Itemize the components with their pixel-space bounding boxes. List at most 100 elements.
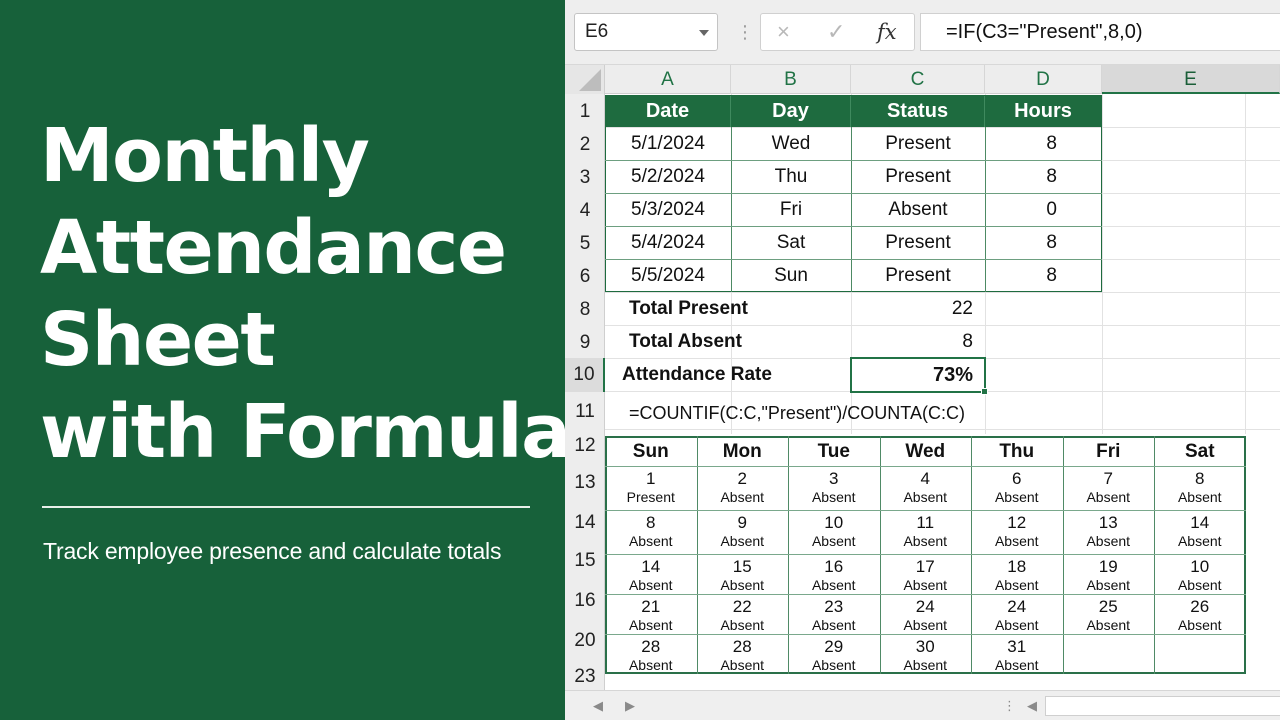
calendar-status[interactable]: Absent: [1154, 617, 1246, 633]
calendar-date[interactable]: 17: [880, 558, 972, 576]
calendar-status[interactable]: Absent: [1154, 577, 1246, 593]
column-header-d[interactable]: D: [985, 65, 1102, 94]
calendar-date[interactable]: 10: [788, 514, 880, 532]
column-header-e[interactable]: E: [1102, 65, 1280, 94]
calendar-date[interactable]: 9: [697, 514, 789, 532]
calendar-status[interactable]: Absent: [1154, 489, 1246, 505]
calendar-date[interactable]: 16: [788, 558, 880, 576]
calendar-date[interactable]: 24: [880, 598, 972, 616]
calendar-date[interactable]: 14: [1154, 514, 1246, 532]
date-cell[interactable]: 5/4/2024: [605, 227, 731, 259]
column-header-a[interactable]: A: [605, 65, 731, 94]
cancel-icon[interactable]: ×: [777, 14, 790, 50]
calendar-status[interactable]: Absent: [971, 577, 1063, 593]
calendar-status[interactable]: Absent: [697, 489, 789, 505]
vertical-dots-icon[interactable]: ⋮: [1003, 698, 1016, 714]
calendar-status[interactable]: Absent: [1063, 489, 1155, 505]
cell-grid[interactable]: Date Day Status Hours 5/1/2024 Wed Present 8 5/2…: [605, 94, 1280, 690]
summary-label[interactable]: Total Present: [629, 293, 748, 325]
insert-function-icon[interactable]: fx: [877, 14, 897, 50]
date-cell[interactable]: 5/1/2024: [605, 128, 731, 160]
row-header-6[interactable]: 6: [565, 261, 605, 293]
name-box[interactable]: E6: [574, 13, 718, 51]
summary-value[interactable]: 22: [851, 293, 973, 325]
day-cell[interactable]: Fri: [731, 194, 851, 226]
calendar-date[interactable]: 23: [788, 598, 880, 616]
formula-input[interactable]: =IF(C3="Present",8,0): [920, 13, 1280, 51]
calendar-date[interactable]: 26: [1154, 598, 1246, 616]
select-all-corner[interactable]: [565, 65, 605, 94]
calendar-date[interactable]: 30: [880, 638, 972, 656]
row-header-8[interactable]: 8: [565, 294, 605, 326]
calendar-status[interactable]: Absent: [788, 577, 880, 593]
row-header-3[interactable]: 3: [565, 162, 605, 194]
calendar-date[interactable]: 7: [1063, 470, 1155, 488]
summary-label[interactable]: Total Absent: [629, 326, 742, 358]
calendar-status[interactable]: Absent: [971, 489, 1063, 505]
calendar-status[interactable]: Absent: [697, 577, 789, 593]
enter-icon[interactable]: ✓: [827, 14, 845, 50]
calendar-date[interactable]: 4: [880, 470, 972, 488]
row-header-4[interactable]: 4: [565, 195, 605, 227]
calendar-status[interactable]: Absent: [971, 617, 1063, 633]
calendar-status[interactable]: Absent: [880, 489, 972, 505]
attendance-rate-value[interactable]: 73%: [851, 359, 973, 391]
calendar-date[interactable]: 10: [1154, 558, 1246, 576]
row-header-12[interactable]: 12: [565, 432, 605, 460]
column-header-b[interactable]: B: [731, 65, 851, 94]
calendar-status[interactable]: Absent: [1063, 617, 1155, 633]
calendar-status[interactable]: Absent: [1063, 577, 1155, 593]
hours-cell[interactable]: 8: [985, 227, 1102, 259]
day-cell[interactable]: Wed: [731, 128, 851, 160]
calendar-date[interactable]: 12: [971, 514, 1063, 532]
calendar-status[interactable]: Absent: [697, 533, 789, 549]
row-header-20[interactable]: 20: [565, 622, 605, 660]
row-header-23[interactable]: 23: [565, 664, 605, 690]
calendar-status[interactable]: Absent: [971, 657, 1063, 673]
scroll-right-icon[interactable]: ▶: [625, 698, 635, 714]
date-cell[interactable]: 5/5/2024: [605, 260, 731, 292]
calendar-status[interactable]: Absent: [605, 617, 697, 633]
calendar-date[interactable]: 14: [605, 558, 697, 576]
row-header-13[interactable]: 13: [565, 466, 605, 500]
column-header-c[interactable]: C: [851, 65, 985, 94]
calendar-status[interactable]: Absent: [697, 617, 789, 633]
vertical-dots-icon[interactable]: ⋮: [736, 21, 754, 43]
status-cell[interactable]: Present: [851, 161, 985, 193]
calendar-date[interactable]: 15: [697, 558, 789, 576]
day-cell[interactable]: Sun: [731, 260, 851, 292]
calendar-date[interactable]: 6: [971, 470, 1063, 488]
hours-cell[interactable]: 8: [985, 260, 1102, 292]
calendar-date[interactable]: 11: [880, 514, 972, 532]
calendar-date[interactable]: 3: [788, 470, 880, 488]
calendar-status[interactable]: Absent: [788, 657, 880, 673]
calendar-date[interactable]: 2: [697, 470, 789, 488]
rate-formula-text[interactable]: =COUNTIF(C:C,"Present")/COUNTA(C:C): [629, 400, 965, 426]
calendar-status[interactable]: Absent: [788, 533, 880, 549]
calendar-status[interactable]: Absent: [880, 657, 972, 673]
summary-value[interactable]: 8: [851, 326, 973, 358]
calendar-date[interactable]: 1: [605, 470, 697, 488]
horizontal-scrollbar[interactable]: [1045, 696, 1280, 716]
day-cell[interactable]: Sat: [731, 227, 851, 259]
chevron-down-icon[interactable]: [699, 30, 709, 36]
date-cell[interactable]: 5/3/2024: [605, 194, 731, 226]
row-header-1[interactable]: 1: [565, 96, 605, 128]
calendar-date[interactable]: 31: [971, 638, 1063, 656]
calendar-status[interactable]: Absent: [605, 657, 697, 673]
row-header-15[interactable]: 15: [565, 544, 605, 578]
calendar-date[interactable]: 8: [1154, 470, 1246, 488]
calendar-date[interactable]: 29: [788, 638, 880, 656]
calendar-status[interactable]: Absent: [1154, 533, 1246, 549]
calendar-status[interactable]: Absent: [880, 577, 972, 593]
attendance-rate-label[interactable]: Attendance Rate: [622, 359, 772, 391]
status-cell[interactable]: Present: [851, 227, 985, 259]
calendar-status[interactable]: Absent: [971, 533, 1063, 549]
calendar-date[interactable]: 28: [605, 638, 697, 656]
hours-cell[interactable]: 8: [985, 128, 1102, 160]
calendar-status[interactable]: Present: [605, 489, 697, 505]
calendar-status[interactable]: Absent: [788, 617, 880, 633]
hours-cell[interactable]: 8: [985, 161, 1102, 193]
calendar-status[interactable]: Absent: [697, 657, 789, 673]
calendar-date[interactable]: 21: [605, 598, 697, 616]
